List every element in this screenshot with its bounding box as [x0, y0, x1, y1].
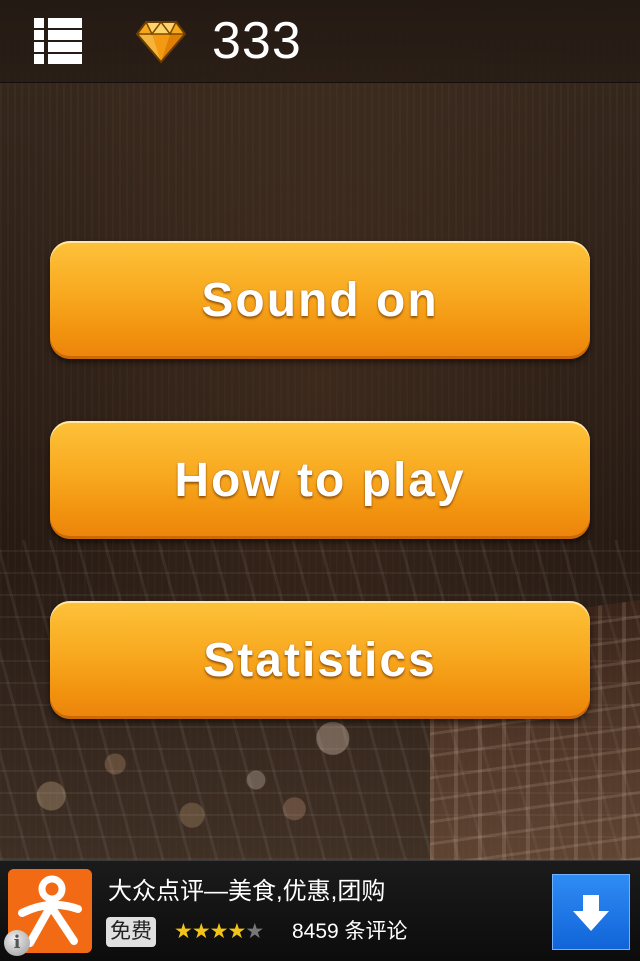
ad-banner[interactable]: 大众点评—美食,优惠,团购 免费 ★★★★★ 8459 条评论 [0, 860, 640, 961]
top-bar: 333 [0, 0, 640, 83]
download-button[interactable] [552, 874, 630, 950]
star-empty-icon: ★ [245, 920, 264, 943]
rating-stars: ★★★★★ [174, 917, 264, 947]
star-filled-icons: ★★★★ [174, 920, 246, 943]
how-to-play-label: How to play [174, 453, 466, 507]
download-arrow-icon [573, 895, 609, 931]
sound-toggle-label: Sound on [201, 273, 439, 327]
diamond-icon [136, 20, 186, 64]
price-badge: 免费 [106, 917, 156, 947]
sound-toggle-button[interactable]: Sound on [50, 241, 590, 359]
how-to-play-button[interactable]: How to play [50, 421, 590, 539]
statistics-button[interactable]: Statistics [50, 601, 590, 719]
statistics-label: Statistics [203, 633, 437, 687]
gem-count: 333 [212, 12, 302, 70]
ad-title: 大众点评—美食,优惠,团购 [108, 878, 386, 905]
info-icon[interactable]: i [4, 930, 30, 956]
review-count: 8459 条评论 [292, 920, 408, 943]
menu-button[interactable] [34, 18, 84, 64]
